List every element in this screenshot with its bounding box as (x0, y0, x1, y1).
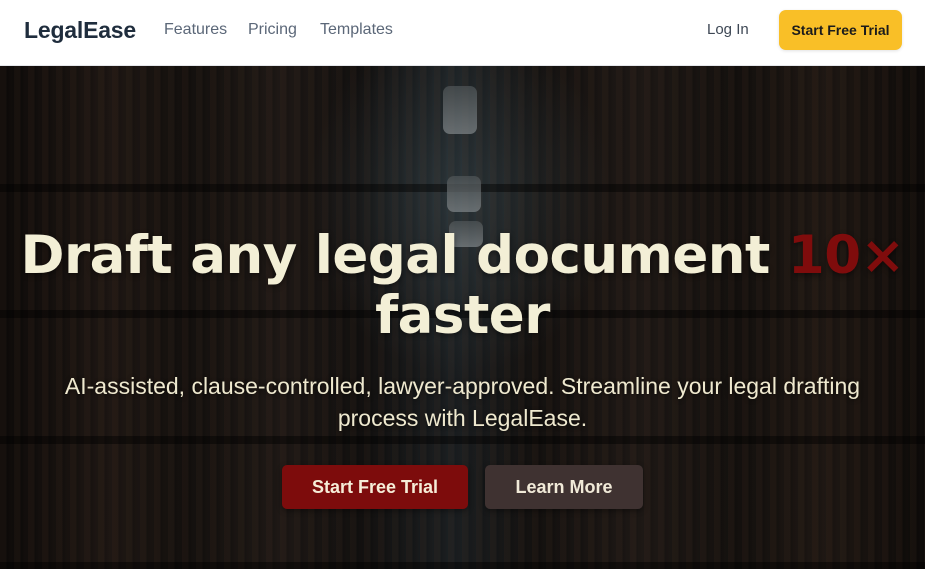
nav-link-pricing[interactable]: Pricing (248, 21, 297, 39)
log-in-link[interactable]: Log In (707, 21, 749, 38)
hero-heading-main: Draft any legal document (20, 225, 770, 286)
hero-subtitle: AI-assisted, clause-controlled, lawyer-a… (64, 373, 861, 431)
nav-link-templates[interactable]: Templates (320, 21, 393, 39)
top-navigation-bar: LegalEase Features Pricing Templates Log… (0, 0, 925, 66)
hero-heading: Draft any legal document 10× faster (0, 226, 925, 346)
hero-section: Draft any legal document 10× faster AI-a… (0, 66, 925, 569)
learn-more-button[interactable]: Learn More (485, 465, 643, 509)
nav-link-features[interactable]: Features (164, 21, 227, 39)
brand-logo[interactable]: LegalEase (24, 17, 136, 44)
hero-heading-end: faster (375, 285, 550, 346)
start-free-trial-button[interactable]: Start Free Trial (282, 465, 468, 509)
start-free-trial-nav-button[interactable]: Start Free Trial (779, 10, 902, 50)
hero-heading-accent: 10× (787, 225, 905, 286)
